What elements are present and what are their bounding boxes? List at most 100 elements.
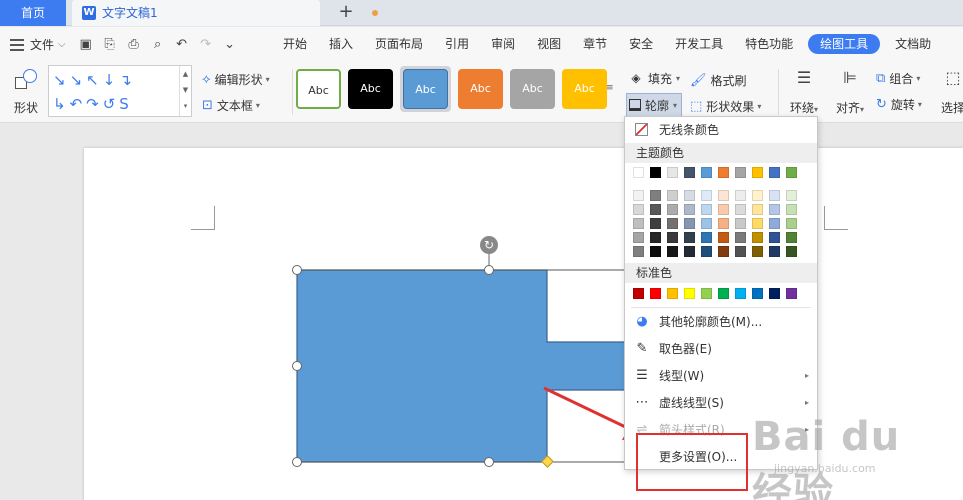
theme-shade-swatch[interactable] — [633, 232, 644, 243]
select-button[interactable]: ⬚ 选择 — [938, 67, 963, 116]
group-button[interactable]: ⧉ 组合 ▾ — [876, 70, 920, 87]
theme-shade-swatch[interactable] — [752, 204, 763, 215]
wrap-button[interactable]: ☰ 环绕▾ — [786, 67, 822, 116]
theme-shade-swatch[interactable] — [718, 218, 729, 229]
theme-color-swatch[interactable] — [718, 167, 729, 178]
theme-shade-swatch[interactable] — [684, 246, 695, 257]
standard-color-swatch[interactable] — [786, 288, 797, 299]
standard-color-swatch[interactable] — [650, 288, 661, 299]
format-brush-button[interactable]: 🖌 格式刷 — [690, 69, 761, 91]
menu-security[interactable]: 安全 — [618, 27, 664, 61]
menu-doc-assistant[interactable]: 文档助 — [884, 27, 942, 61]
theme-shade-swatch[interactable] — [633, 204, 644, 215]
menu-view[interactable]: 视图 — [526, 27, 572, 61]
menu-references[interactable]: 引用 — [434, 27, 480, 61]
theme-shade-swatch[interactable] — [633, 218, 644, 229]
theme-shade-swatch[interactable] — [701, 190, 712, 201]
save-icon[interactable]: ▣ — [78, 37, 94, 53]
standard-color-swatch[interactable] — [735, 288, 746, 299]
theme-shade-swatch[interactable] — [735, 218, 746, 229]
standard-color-swatch[interactable] — [667, 288, 678, 299]
redo-icon[interactable]: ↷ — [198, 37, 214, 53]
theme-shade-swatch[interactable] — [684, 232, 695, 243]
theme-color-swatch[interactable] — [650, 167, 661, 178]
theme-shade-swatch[interactable] — [769, 190, 780, 201]
shape-effect-button[interactable]: ⬚ 形状效果 ▾ — [690, 95, 761, 117]
theme-color-swatch[interactable] — [701, 167, 712, 178]
resize-handle-tl[interactable] — [292, 265, 302, 275]
theme-shade-swatch[interactable] — [752, 190, 763, 201]
resize-handle-bm[interactable] — [484, 457, 494, 467]
theme-color-swatch[interactable] — [684, 167, 695, 178]
theme-shade-swatch[interactable] — [752, 218, 763, 229]
customize-chevron-icon[interactable]: ⌄ — [222, 37, 238, 53]
theme-shade-swatch[interactable] — [650, 204, 661, 215]
resize-handle-bl[interactable] — [292, 457, 302, 467]
line-shape-gallery[interactable]: ↘↘↖↓↴ ↳↶↷↺S ▲ ▼ ▾ — [48, 65, 192, 117]
theme-shade-swatch[interactable] — [650, 246, 661, 257]
theme-shade-swatch[interactable] — [718, 246, 729, 257]
style-gray[interactable]: Abc — [510, 69, 555, 109]
theme-shade-swatch[interactable] — [735, 246, 746, 257]
theme-shade-swatch[interactable] — [735, 204, 746, 215]
menu-page-layout[interactable]: 页面布局 — [364, 27, 434, 61]
theme-shade-swatch[interactable] — [718, 204, 729, 215]
tab-home[interactable]: 首页 — [0, 0, 66, 26]
resize-handle-tm[interactable] — [484, 265, 494, 275]
standard-color-swatch[interactable] — [718, 288, 729, 299]
style-gold[interactable]: Abc — [562, 69, 607, 109]
theme-shade-swatch[interactable] — [667, 190, 678, 201]
tab-document[interactable]: W 文字文稿1 — [72, 0, 378, 26]
edit-shape-button[interactable]: ⟡ 编辑形状 ▾ — [202, 69, 270, 91]
theme-color-swatch[interactable] — [735, 167, 746, 178]
menu-developer[interactable]: 开发工具 — [664, 27, 734, 61]
style-black[interactable]: Abc — [348, 69, 393, 109]
resize-handle-ml[interactable] — [292, 361, 302, 371]
chevron-down-icon[interactable]: ⌵ — [58, 39, 66, 50]
theme-shade-swatch[interactable] — [769, 246, 780, 257]
theme-shade-swatch[interactable] — [684, 204, 695, 215]
theme-shade-swatch[interactable] — [650, 232, 661, 243]
shape-button[interactable]: 形状 — [8, 67, 44, 117]
style-white[interactable]: Abc — [296, 69, 341, 109]
theme-shade-swatch[interactable] — [701, 218, 712, 229]
theme-shade-swatch[interactable] — [752, 246, 763, 257]
theme-color-swatch[interactable] — [752, 167, 763, 178]
styles-more-icon[interactable]: ≡ — [606, 83, 614, 93]
rotate-handle-icon[interactable]: ↻ — [480, 236, 498, 254]
theme-shade-swatch[interactable] — [701, 246, 712, 257]
menu-review[interactable]: 审阅 — [480, 27, 526, 61]
menu-drawing-tools[interactable]: 绘图工具 — [808, 34, 881, 54]
theme-shade-swatch[interactable] — [667, 218, 678, 229]
fill-button[interactable]: ◈ 填充 ▾ — [626, 66, 682, 90]
menu-chapter[interactable]: 章节 — [572, 27, 618, 61]
theme-shade-swatch[interactable] — [786, 190, 797, 201]
theme-color-swatch[interactable] — [667, 167, 678, 178]
theme-shade-swatch[interactable] — [633, 246, 644, 257]
theme-shade-swatch[interactable] — [735, 190, 746, 201]
theme-color-swatch[interactable] — [786, 167, 797, 178]
theme-shade-swatch[interactable] — [667, 246, 678, 257]
new-tab-button[interactable]: + — [336, 0, 356, 26]
no-outline-item[interactable]: 无线条颜色 — [625, 117, 817, 143]
text-box-button[interactable]: ⊡ 文本框 ▾ — [202, 95, 270, 117]
theme-shade-swatch[interactable] — [633, 190, 644, 201]
rotate-button[interactable]: ↻ 旋转 ▾ — [876, 96, 922, 113]
menu-special[interactable]: 特色功能 — [734, 27, 804, 61]
theme-shade-swatch[interactable] — [667, 232, 678, 243]
file-menu[interactable]: 文件 — [30, 36, 54, 53]
theme-shade-swatch[interactable] — [735, 232, 746, 243]
outline-button[interactable]: 轮廓 ▾ — [626, 93, 683, 117]
hamburger-icon[interactable] — [10, 38, 24, 51]
undo-icon[interactable]: ↶ — [174, 37, 190, 53]
menu-insert[interactable]: 插入 — [318, 27, 364, 61]
align-button[interactable]: ⊫ 对齐▾ — [832, 67, 868, 116]
theme-color-swatch[interactable] — [769, 167, 780, 178]
theme-shade-swatch[interactable] — [752, 232, 763, 243]
theme-shade-swatch[interactable] — [718, 190, 729, 201]
standard-color-swatch[interactable] — [752, 288, 763, 299]
menu-start[interactable]: 开始 — [272, 27, 318, 61]
export-icon[interactable]: ⎘ — [102, 37, 118, 53]
other-outline-color-item[interactable]: ◕ 其他轮廓颜色(M)... — [625, 309, 817, 335]
theme-shade-swatch[interactable] — [786, 232, 797, 243]
